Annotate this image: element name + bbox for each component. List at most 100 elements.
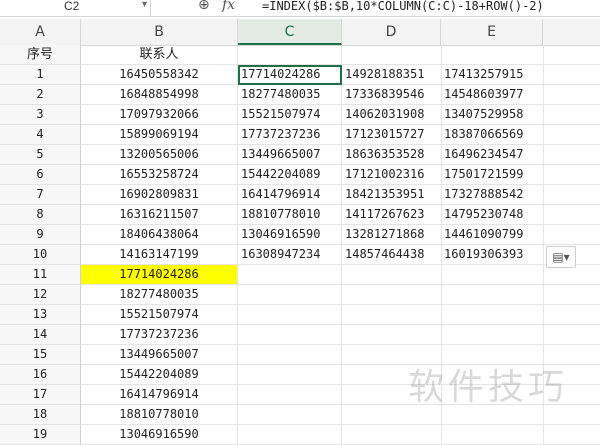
- cell-d2[interactable]: 14928188351: [342, 65, 442, 85]
- cell-b10[interactable]: 18406438064: [81, 225, 238, 245]
- cell-b12[interactable]: 17714024286: [81, 265, 238, 285]
- cell-c5[interactable]: 17737237236: [238, 125, 342, 145]
- cell-d11[interactable]: 14857464438: [342, 245, 442, 265]
- cell-a5[interactable]: 4: [0, 125, 81, 145]
- column-header-b[interactable]: B: [81, 19, 238, 45]
- cell-e7[interactable]: 17501721599: [441, 165, 544, 185]
- cell-a6[interactable]: 5: [0, 145, 81, 165]
- cell-d1[interactable]: [342, 45, 442, 65]
- cell-a15[interactable]: 14: [0, 325, 81, 345]
- cell-b4[interactable]: 17097932066: [81, 105, 238, 125]
- cell-c18[interactable]: [238, 385, 342, 405]
- cell-a13[interactable]: 12: [0, 285, 81, 305]
- cell-f1[interactable]: [543, 45, 600, 65]
- cell-c20[interactable]: [238, 425, 342, 445]
- cell-f4[interactable]: [543, 105, 600, 125]
- cell-a12[interactable]: 11: [0, 265, 81, 285]
- cell-f15[interactable]: [543, 325, 600, 345]
- column-header-d[interactable]: D: [342, 19, 441, 45]
- cell-f20[interactable]: [543, 425, 600, 445]
- cell-a8[interactable]: 7: [0, 185, 81, 205]
- cell-a9[interactable]: 8: [0, 205, 81, 225]
- cell-d8[interactable]: 18421353951: [342, 185, 442, 205]
- cell-e9[interactable]: 14795230748: [441, 205, 544, 225]
- cell-e14[interactable]: [441, 305, 544, 325]
- cell-b17[interactable]: 15442204089: [81, 365, 238, 385]
- cell-b7[interactable]: 16553258724: [81, 165, 238, 185]
- cell-b13[interactable]: 18277480035: [81, 285, 238, 305]
- cell-e2[interactable]: 17413257915: [441, 65, 544, 85]
- cell-b8[interactable]: 16902809831: [81, 185, 238, 205]
- cell-d5[interactable]: 17123015727: [342, 125, 442, 145]
- cell-b6[interactable]: 13200565006: [81, 145, 238, 165]
- cell-a18[interactable]: 17: [0, 385, 81, 405]
- cell-c9[interactable]: 18810778010: [238, 205, 342, 225]
- cell-a11[interactable]: 10: [0, 245, 81, 265]
- cell-f12[interactable]: [543, 265, 600, 285]
- cell-b20[interactable]: 13046916590: [81, 425, 238, 445]
- cell-e15[interactable]: [441, 325, 544, 345]
- paste-options-icon[interactable]: ▤▾: [546, 246, 576, 268]
- cell-d9[interactable]: 14117267623: [342, 205, 442, 225]
- cell-e5[interactable]: 18387066569: [441, 125, 544, 145]
- cell-f7[interactable]: [543, 165, 600, 185]
- cell-d10[interactable]: 13281271868: [342, 225, 442, 245]
- column-header-c[interactable]: C: [238, 19, 342, 45]
- cell-c17[interactable]: [238, 365, 342, 385]
- name-box-dropdown-icon[interactable]: ▾: [142, 0, 147, 10]
- cell-c6[interactable]: 13449665007: [238, 145, 342, 165]
- cell-f9[interactable]: [543, 205, 600, 225]
- cell-c4[interactable]: 15521507974: [238, 105, 342, 125]
- cell-e3[interactable]: 14548603977: [441, 85, 544, 105]
- cell-a20[interactable]: 19: [0, 425, 81, 445]
- cell-c14[interactable]: [238, 305, 342, 325]
- column-header-a[interactable]: A: [0, 19, 81, 45]
- zoom-icon[interactable]: ⊕: [198, 0, 210, 13]
- cell-d12[interactable]: [342, 265, 442, 285]
- cell-a17[interactable]: 16: [0, 365, 81, 385]
- cell-f2[interactable]: [543, 65, 600, 85]
- formula-input[interactable]: =INDEX($B:$B,10*COLUMN(C:C)-18+ROW()-2): [262, 0, 544, 13]
- cell-e11[interactable]: 16019306393: [441, 245, 544, 265]
- cell-c3[interactable]: 18277480035: [238, 85, 342, 105]
- cell-b1[interactable]: 联系人: [81, 45, 238, 65]
- cell-c8[interactable]: 16414796914: [238, 185, 342, 205]
- cell-f14[interactable]: [543, 305, 600, 325]
- cell-a16[interactable]: 15: [0, 345, 81, 365]
- cell-a1[interactable]: 序号: [0, 45, 81, 65]
- cell-b2[interactable]: 16450558342: [81, 65, 238, 85]
- cell-b16[interactable]: 13449665007: [81, 345, 238, 365]
- cell-c15[interactable]: [238, 325, 342, 345]
- cell-c10[interactable]: 13046916590: [238, 225, 342, 245]
- column-header-f[interactable]: [543, 19, 600, 45]
- cell-a10[interactable]: 9: [0, 225, 81, 245]
- cell-b5[interactable]: 15899069194: [81, 125, 238, 145]
- cell-b14[interactable]: 15521507974: [81, 305, 238, 325]
- cell-f5[interactable]: [543, 125, 600, 145]
- cell-d14[interactable]: [342, 305, 442, 325]
- cell-b15[interactable]: 17737237236: [81, 325, 238, 345]
- cell-e8[interactable]: 17327888542: [441, 185, 544, 205]
- cell-c12[interactable]: [238, 265, 342, 285]
- cell-a19[interactable]: 18: [0, 405, 81, 425]
- cell-e1[interactable]: [441, 45, 544, 65]
- cell-c11[interactable]: 16308947234: [238, 245, 342, 265]
- cell-a14[interactable]: 13: [0, 305, 81, 325]
- cell-d20[interactable]: [342, 425, 442, 445]
- cell-b18[interactable]: 16414796914: [81, 385, 238, 405]
- cell-c1[interactable]: [238, 45, 342, 65]
- cell-a2[interactable]: 1: [0, 65, 81, 85]
- cell-b11[interactable]: 14163147199: [81, 245, 238, 265]
- cell-f10[interactable]: [543, 225, 600, 245]
- cell-b19[interactable]: 18810778010: [81, 405, 238, 425]
- cell-c16[interactable]: [238, 345, 342, 365]
- cell-b3[interactable]: 16848854998: [81, 85, 238, 105]
- cell-d6[interactable]: 18636353528: [342, 145, 442, 165]
- cell-c13[interactable]: [238, 285, 342, 305]
- cell-e6[interactable]: 16496234547: [441, 145, 544, 165]
- cell-f8[interactable]: [543, 185, 600, 205]
- cell-c7[interactable]: 15442204089: [238, 165, 342, 185]
- cell-d13[interactable]: [342, 285, 442, 305]
- fx-icon[interactable]: fx: [222, 0, 235, 13]
- cell-d15[interactable]: [342, 325, 442, 345]
